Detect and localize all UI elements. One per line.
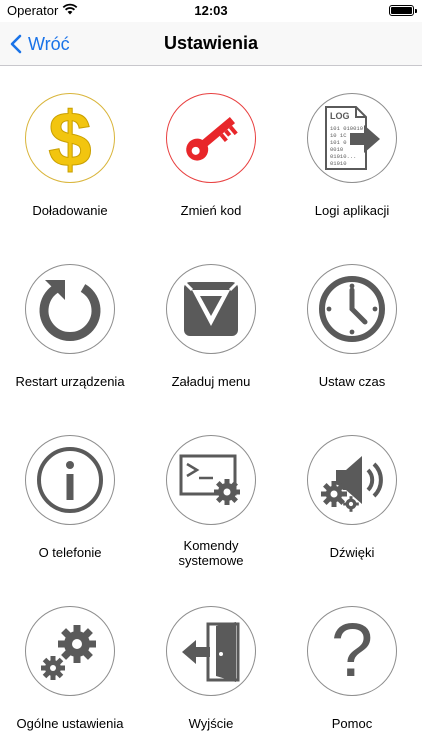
restart-icon (25, 264, 115, 354)
tile-zaladuj-menu[interactable]: Załaduj menu (141, 238, 281, 398)
tile-label: Pomoc (331, 716, 373, 731)
battery-icon (389, 5, 417, 16)
tile-label: Wyjście (188, 716, 234, 731)
tile-label: Logi aplikacji (314, 203, 390, 218)
tile-dzwieki[interactable]: Dźwięki (282, 409, 422, 569)
tile-label: Zmień kod (180, 203, 242, 218)
terminal-gear-icon (166, 435, 256, 525)
svg-text:101 010010: 101 010010 (330, 125, 363, 132)
navigation-bar: Wróć Ustawienia (0, 22, 422, 66)
svg-text:101 0: 101 0 (330, 139, 347, 146)
exit-door-icon (166, 606, 256, 696)
load-menu-icon (166, 264, 256, 354)
status-bar: Operator 12:03 (0, 0, 422, 22)
tile-label: Ogólne ustawienia (16, 716, 124, 731)
clock-icon (307, 264, 397, 354)
svg-text:0010: 0010 (330, 146, 343, 153)
tile-restart-urzadzenia[interactable]: Restart urządzenia (0, 238, 140, 398)
tile-label: Dźwięki (329, 545, 375, 560)
tile-doladowanie[interactable]: $ Doładowanie (0, 67, 140, 227)
tile-label: Restart urządzenia (15, 374, 125, 389)
speaker-gear-icon (307, 435, 397, 525)
tile-ustaw-czas[interactable]: Ustaw czas (282, 238, 422, 398)
tile-wyjscie[interactable]: Wyjście (141, 580, 281, 740)
tile-label: O telefonie (38, 545, 102, 560)
svg-text:?: ? (331, 616, 373, 686)
tile-pomoc[interactable]: ? Pomoc (282, 580, 422, 740)
tile-label: Komendy systemowe (178, 538, 244, 568)
svg-text:$: $ (48, 100, 91, 176)
tile-komendy-systemowe[interactable]: Komendy systemowe (141, 409, 281, 569)
info-icon (25, 435, 115, 525)
tile-label: Ustaw czas (318, 374, 386, 389)
question-mark-icon: ? (307, 606, 397, 696)
svg-text:01010: 01010 (330, 160, 347, 167)
svg-text:10 1C: 10 1C (330, 132, 347, 139)
log-file-icon: LOG 101 010010 10 1C 101 0 0010 01010...… (307, 93, 397, 183)
svg-text:LOG: LOG (330, 111, 350, 121)
tile-o-telefonie[interactable]: O telefonie (0, 409, 140, 569)
dollar-icon: $ (25, 93, 115, 183)
gears-icon (25, 606, 115, 696)
page-title: Ustawienia (163, 33, 259, 53)
tile-label: Doładowanie (32, 203, 108, 218)
tile-ogolne-ustawienia[interactable]: Ogólne ustawienia (0, 580, 140, 740)
svg-text:01010...: 01010... (330, 153, 356, 160)
tile-label: Załaduj menu (171, 374, 251, 389)
clock-time: 12:03 (194, 3, 228, 18)
tile-logi-aplikacji[interactable]: LOG 101 010010 10 1C 101 0 0010 01010...… (282, 67, 422, 227)
key-icon (166, 93, 256, 183)
tile-zmien-kod[interactable]: Zmień kod (141, 67, 281, 227)
